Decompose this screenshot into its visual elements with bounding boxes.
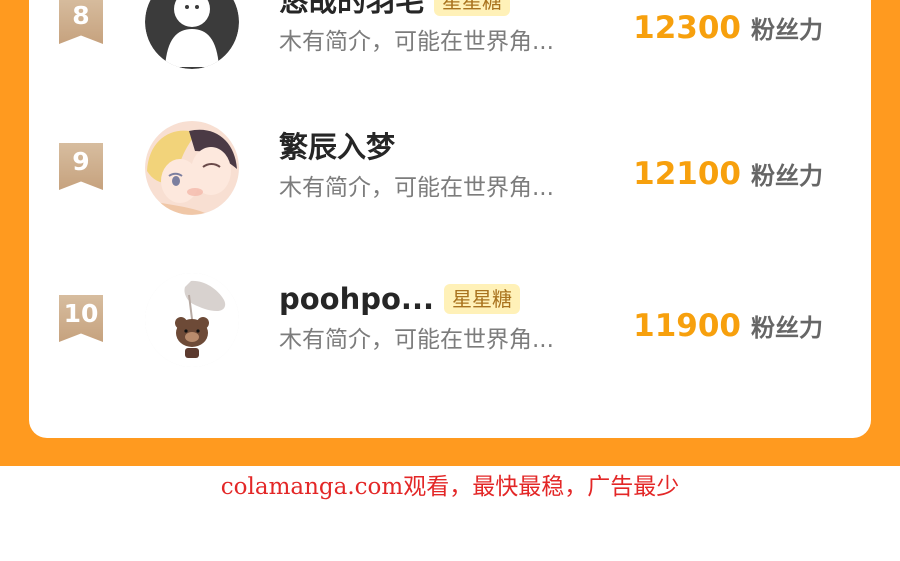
fan-power-unit: 粉丝力 — [751, 314, 823, 342]
user-name-line: poohpo... 星星糖 — [279, 282, 520, 316]
user-intro: 木有简介，可能在世界角... — [279, 29, 554, 55]
bear-charm-avatar-icon[interactable] — [145, 273, 239, 367]
fan-power-score: 11900 粉丝力 — [633, 305, 823, 347]
fan-power-score: 12100 粉丝力 — [633, 153, 823, 195]
fan-power-value: 11900 — [633, 308, 741, 344]
rank-badge-8: 8 — [59, 0, 103, 44]
user-intro: 木有简介，可能在世界角... — [279, 175, 554, 201]
fan-power-value: 12100 — [633, 156, 741, 192]
fan-power-unit: 粉丝力 — [751, 16, 823, 44]
user-name[interactable]: 繁辰入梦 — [279, 130, 395, 164]
user-intro: 木有简介，可能在世界角... — [279, 327, 554, 353]
user-name[interactable]: poohpo... — [279, 282, 434, 316]
fan-power-unit: 粉丝力 — [751, 162, 823, 190]
fan-power-score: 12300 粉丝力 — [633, 7, 823, 49]
fan-power-value: 12300 — [633, 10, 741, 46]
site-footer-text: colamanga.com观看，最快最稳，广告最少 — [220, 474, 680, 500]
anime-couple-avatar-icon[interactable] — [145, 121, 239, 215]
ranking-row-8[interactable]: 8 悠哉的羽毛 星星糖 木有简介，可能在世界角... 12300 粉丝力 — [29, 0, 871, 90]
ranking-row-9[interactable]: 9 繁辰入梦 木有简介，可能在世界角... 12100 粉丝力 — [29, 116, 871, 236]
ghost-avatar-icon[interactable] — [145, 0, 239, 69]
user-name-line: 悠哉的羽毛 星星糖 — [279, 0, 511, 18]
user-name[interactable]: 悠哉的羽毛 — [279, 0, 424, 18]
ranking-row-10[interactable]: 10 poohpo... 星星糖 木有简介，可能在世界角... 11900 粉丝… — [29, 268, 871, 388]
star-candy-tag: 星星糖 — [443, 284, 520, 314]
rank-badge-10: 10 — [59, 295, 103, 342]
rank-badge-9: 9 — [59, 143, 103, 190]
star-candy-tag: 星星糖 — [434, 0, 511, 16]
ranking-panel: 8 悠哉的羽毛 星星糖 木有简介，可能在世界角... 12300 粉丝力 9 繁… — [29, 0, 871, 438]
user-name-line: 繁辰入梦 — [279, 130, 395, 164]
